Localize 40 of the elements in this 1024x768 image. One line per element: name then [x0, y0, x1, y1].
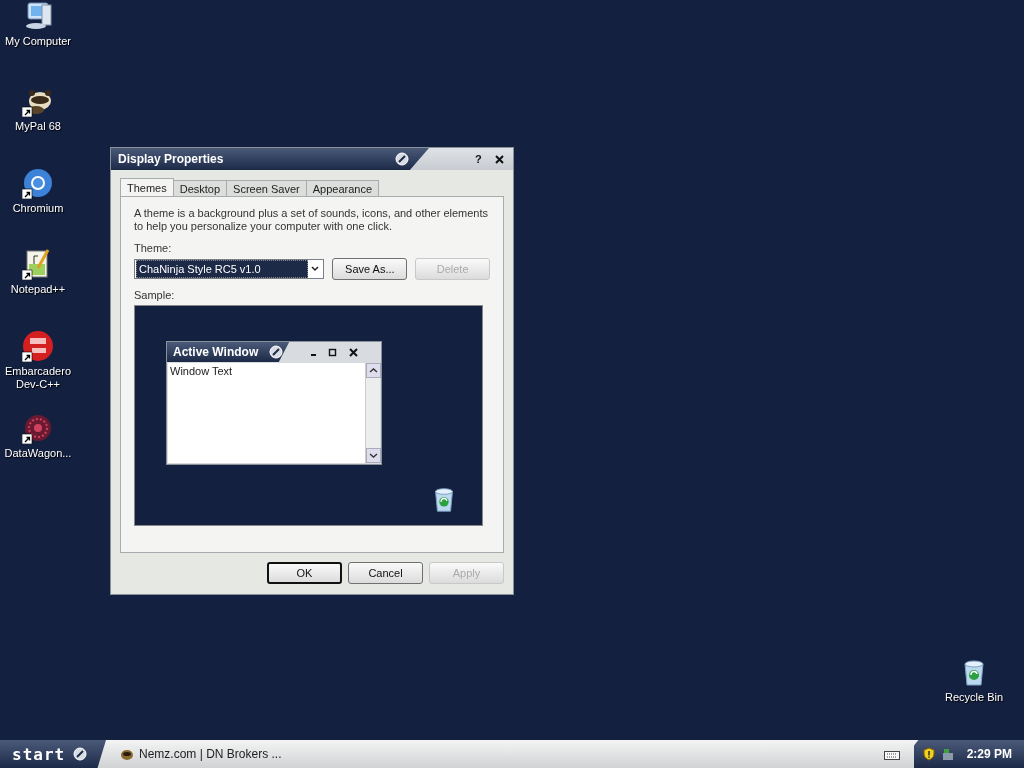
close-icon[interactable]: [494, 154, 504, 164]
orb-icon: [395, 152, 409, 166]
scroll-up-icon: [366, 363, 381, 378]
close-icon: [349, 347, 358, 357]
network-icon[interactable]: [941, 747, 955, 761]
taskbar-button[interactable]: Nemz.com | DN Brokers ...: [116, 740, 286, 768]
sample-label: Sample:: [134, 289, 176, 301]
tab[interactable]: Desktop: [172, 180, 228, 196]
tab[interactable]: Screen Saver: [226, 180, 307, 196]
maximize-icon: [328, 347, 337, 357]
clock[interactable]: 2:29 PM: [966, 747, 1012, 761]
window-title: Display Properties: [118, 152, 224, 166]
icon-label[interactable]: Embarcadero Dev-C++: [0, 365, 78, 391]
dialog-button[interactable]: OK: [267, 562, 342, 584]
orb-icon: [269, 345, 283, 359]
theme-button[interactable]: Save As...: [332, 258, 408, 280]
sample-text: Window Text: [169, 364, 234, 379]
theme-dropdown[interactable]: ChaNinja Style RC5 v1.0: [134, 259, 325, 279]
app-icon[interactable]: [22, 330, 54, 362]
icon-label[interactable]: DataWagon...: [4, 447, 72, 460]
icon-label[interactable]: My Computer: [5, 35, 71, 48]
icon-label[interactable]: Notepad++: [10, 283, 66, 296]
sample-title: Active Window: [173, 345, 259, 359]
app-icon[interactable]: [22, 412, 54, 444]
start-button[interactable]: start: [0, 740, 106, 768]
icon-label[interactable]: MyPal 68: [15, 120, 61, 133]
keyboard-icon[interactable]: [884, 748, 900, 760]
minimize-icon: [311, 354, 316, 356]
app-icon[interactable]: [22, 167, 54, 199]
icon-label[interactable]: Recycle Bin: [944, 691, 1004, 704]
shield-icon[interactable]: [922, 747, 936, 761]
orb-icon: [73, 747, 88, 761]
description-text: A theme is a background plus a set of sounds, icons, and other elements to help you personalize your computer with one click.: [134, 207, 490, 233]
icon-label[interactable]: Chromium: [12, 202, 64, 215]
tab[interactable]: Themes: [120, 178, 174, 196]
theme-label: Theme:: [134, 242, 173, 254]
tab[interactable]: Appearance: [305, 180, 380, 196]
dialog-button[interactable]: Cancel: [348, 562, 423, 584]
help-button[interactable]: ?: [475, 153, 482, 165]
scroll-down-icon: [366, 448, 381, 463]
